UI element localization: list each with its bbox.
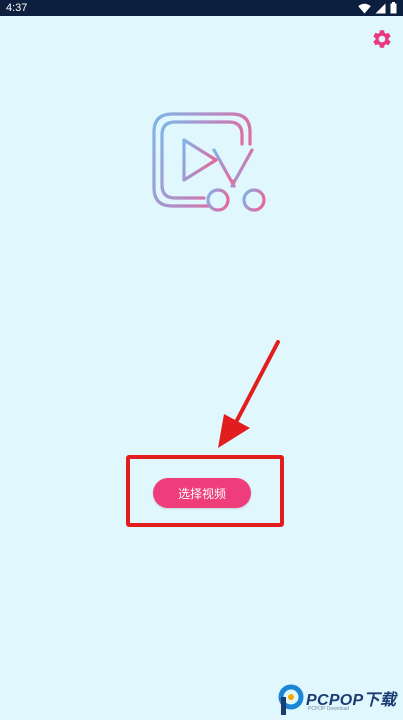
wifi-icon (358, 3, 371, 13)
arrow-icon (218, 340, 280, 448)
pcpop-logo-icon (278, 684, 304, 715)
app-logo (148, 110, 270, 218)
watermark: PCPOP下载 PCPOP Download (278, 682, 403, 720)
pointer-arrow (210, 340, 300, 460)
video-cut-icon (152, 112, 266, 212)
settings-button[interactable] (371, 28, 393, 50)
battery-icon (390, 2, 397, 14)
status-icons (358, 2, 397, 14)
status-time: 4:37 (6, 2, 28, 14)
signal-icon (375, 3, 386, 13)
select-video-button[interactable]: 选择视频 (153, 478, 251, 508)
status-bar: 4:37 (0, 0, 403, 16)
gear-icon[interactable] (371, 28, 393, 50)
watermark-sub: PCPOP Download (308, 706, 350, 712)
